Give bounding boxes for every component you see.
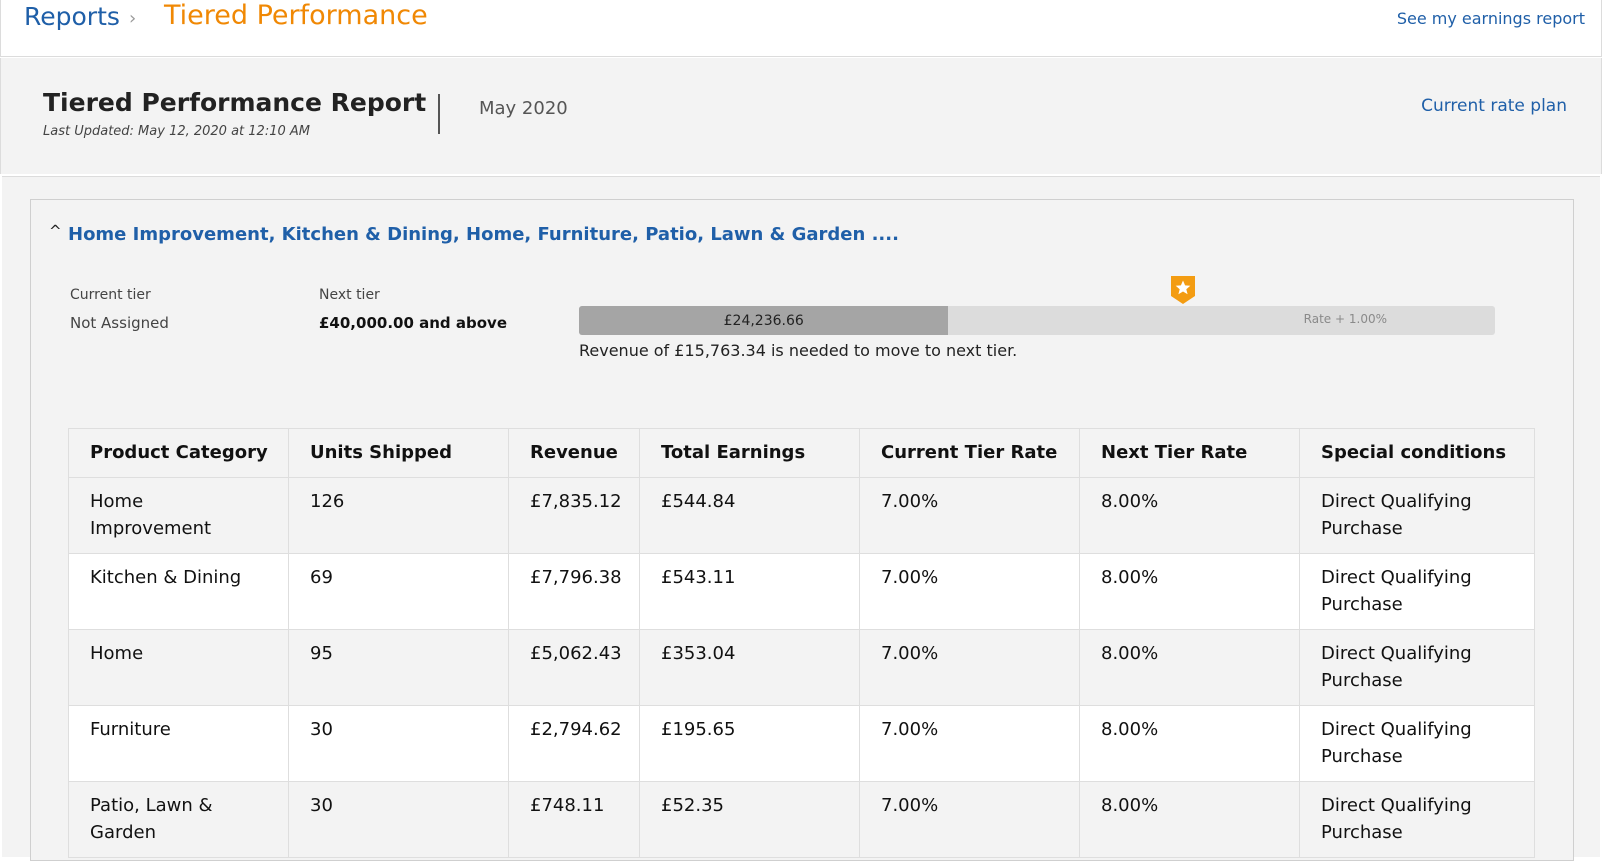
earnings-report-link[interactable]: See my earnings report — [1397, 9, 1585, 28]
table-cell: Direct Qualifying Purchase — [1299, 705, 1535, 782]
progress-fill: £24,236.66 — [579, 306, 949, 335]
table-cell: 30 — [288, 705, 509, 782]
table-cell: 8.00% — [1079, 705, 1300, 782]
table-cell: Direct Qualifying Purchase — [1299, 553, 1535, 630]
column-header: Current Tier Rate — [859, 428, 1080, 478]
table-cell: £52.35 — [639, 781, 860, 858]
table-cell: 8.00% — [1079, 477, 1300, 554]
table-cell: 95 — [288, 629, 509, 706]
last-updated-text: Last Updated: May 12, 2020 at 12:10 AM — [43, 124, 310, 139]
header-divider — [438, 94, 440, 134]
performance-table: Product Category Units Shipped Revenue T… — [68, 428, 1535, 858]
table-cell: £7,835.12 — [508, 477, 640, 554]
top-nav-bar: Reports › Tiered Performance See my earn… — [0, 0, 1602, 57]
table-row: Kitchen & Dining 69 £7,796.38 £543.11 7.… — [68, 553, 1535, 630]
report-month: May 2020 — [479, 98, 568, 119]
table-cell: Direct Qualifying Purchase — [1299, 629, 1535, 706]
table-header-row: Product Category Units Shipped Revenue T… — [68, 428, 1535, 478]
category-group-toggle[interactable]: Home Improvement, Kitchen & Dining, Home… — [68, 224, 899, 245]
category-group-card: ^ Home Improvement, Kitchen & Dining, Ho… — [30, 199, 1574, 861]
table-cell: 7.00% — [859, 629, 1080, 706]
table-cell: Direct Qualifying Purchase — [1299, 477, 1535, 554]
table-cell: Home Improvement — [68, 477, 289, 554]
table-cell: Furniture — [68, 705, 289, 782]
chevron-up-icon[interactable]: ^ — [49, 222, 62, 240]
table-cell: Home — [68, 629, 289, 706]
table-cell: £2,794.62 — [508, 705, 640, 782]
table-cell: £748.11 — [508, 781, 640, 858]
table-cell: 8.00% — [1079, 553, 1300, 630]
table-cell: £353.04 — [639, 629, 860, 706]
table-row: Furniture 30 £2,794.62 £195.65 7.00% 8.0… — [68, 705, 1535, 782]
table-row: Home 95 £5,062.43 £353.04 7.00% 8.00% Di… — [68, 629, 1535, 706]
report-header: Tiered Performance Report Last Updated: … — [0, 58, 1602, 174]
current-rate-plan-link[interactable]: Current rate plan — [1421, 96, 1567, 116]
column-header: Total Earnings — [639, 428, 860, 478]
table-cell: 7.00% — [859, 477, 1080, 554]
table-cell: 69 — [288, 553, 509, 630]
next-tier-value: £40,000.00 and above — [319, 314, 507, 332]
breadcrumb-reports-link[interactable]: Reports — [24, 2, 120, 31]
table-cell: 8.00% — [1079, 629, 1300, 706]
breadcrumb-separator-icon: › — [129, 8, 137, 29]
table-cell: £5,062.43 — [508, 629, 640, 706]
column-header: Special conditions — [1299, 428, 1535, 478]
current-tier-value: Not Assigned — [70, 314, 169, 332]
table-cell: 7.00% — [859, 705, 1080, 782]
next-tier-rate-label: Rate + 1.00% — [1303, 312, 1387, 326]
breadcrumb-current-page: Tiered Performance — [164, 0, 428, 31]
star-badge-icon — [1171, 276, 1195, 304]
table-cell: 8.00% — [1079, 781, 1300, 858]
column-header: Next Tier Rate — [1079, 428, 1300, 478]
table-row: Patio, Lawn & Garden 30 £748.11 £52.35 7… — [68, 781, 1535, 858]
page-title: Tiered Performance Report — [43, 88, 427, 117]
column-header: Product Category — [68, 428, 289, 478]
table-cell: £544.84 — [639, 477, 860, 554]
table-cell: 30 — [288, 781, 509, 858]
table-cell: Direct Qualifying Purchase — [1299, 781, 1535, 858]
column-header: Revenue — [508, 428, 640, 478]
next-tier-label: Next tier — [319, 287, 380, 303]
table-row: Home Improvement 126 £7,835.12 £544.84 7… — [68, 477, 1535, 554]
table-cell: £543.11 — [639, 553, 860, 630]
table-cell: Patio, Lawn & Garden — [68, 781, 289, 858]
table-cell: £195.65 — [639, 705, 860, 782]
table-cell: 126 — [288, 477, 509, 554]
report-body: ^ Home Improvement, Kitchen & Dining, Ho… — [2, 176, 1600, 861]
table-cell: Kitchen & Dining — [68, 553, 289, 630]
table-cell: £7,796.38 — [508, 553, 640, 630]
revenue-needed-text: Revenue of £15,763.34 is needed to move … — [579, 341, 1018, 360]
column-header: Units Shipped — [288, 428, 509, 478]
tier-progress-bar: £24,236.66 Rate + 1.00% — [579, 306, 1495, 335]
table-cell: 7.00% — [859, 781, 1080, 858]
table-cell: 7.00% — [859, 553, 1080, 630]
current-tier-label: Current tier — [70, 287, 151, 303]
progress-revenue-label: £24,236.66 — [723, 312, 804, 329]
